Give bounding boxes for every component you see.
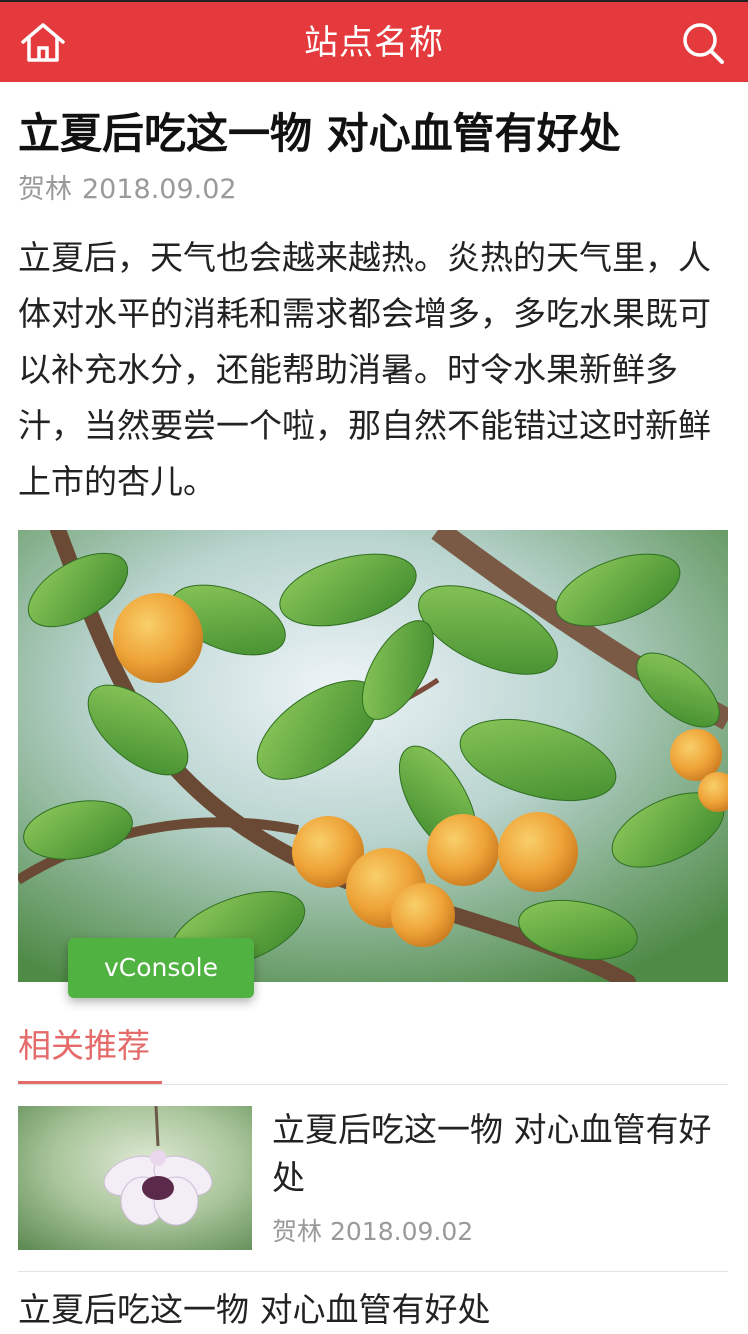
divider: [18, 1271, 728, 1272]
top-navigation-bar: 站点名称: [0, 0, 748, 82]
related-item-meta: 贺林 2018.09.02: [272, 1212, 473, 1252]
search-icon: [683, 23, 724, 64]
related-item-title[interactable]: 立夏后吃这一物 对心血管有好处: [18, 1286, 730, 1334]
related-item-author: 贺林: [272, 1217, 323, 1246]
article-image-apricots: [18, 530, 728, 982]
divider: [18, 1084, 728, 1085]
site-title: 站点名称: [304, 23, 444, 63]
search-button[interactable]: [680, 20, 726, 66]
article-body: 立夏后，天气也会越来越热。炎热的天气里，人体对水平的消耗和需求都会增多，多吃水果…: [18, 238, 711, 501]
article-author: 贺林: [18, 174, 72, 205]
article-title: 立夏后吃这一物 对心血管有好处: [18, 109, 621, 158]
article-date: 2018.09.02: [82, 174, 237, 205]
related-item-date: 2018.09.02: [330, 1217, 474, 1246]
related-section-heading: 相关推荐: [18, 1026, 150, 1065]
article-meta: 贺林 2018.09.02: [18, 170, 237, 210]
related-item-title: 立夏后吃这一物 对心血管有好处: [272, 1110, 712, 1197]
related-item-thumbnail: [18, 1106, 252, 1250]
related-item[interactable]: 立夏后吃这一物 对心血管有好处 贺林 2018.09.02: [0, 1100, 748, 1260]
vconsole-button[interactable]: vConsole: [68, 938, 254, 998]
